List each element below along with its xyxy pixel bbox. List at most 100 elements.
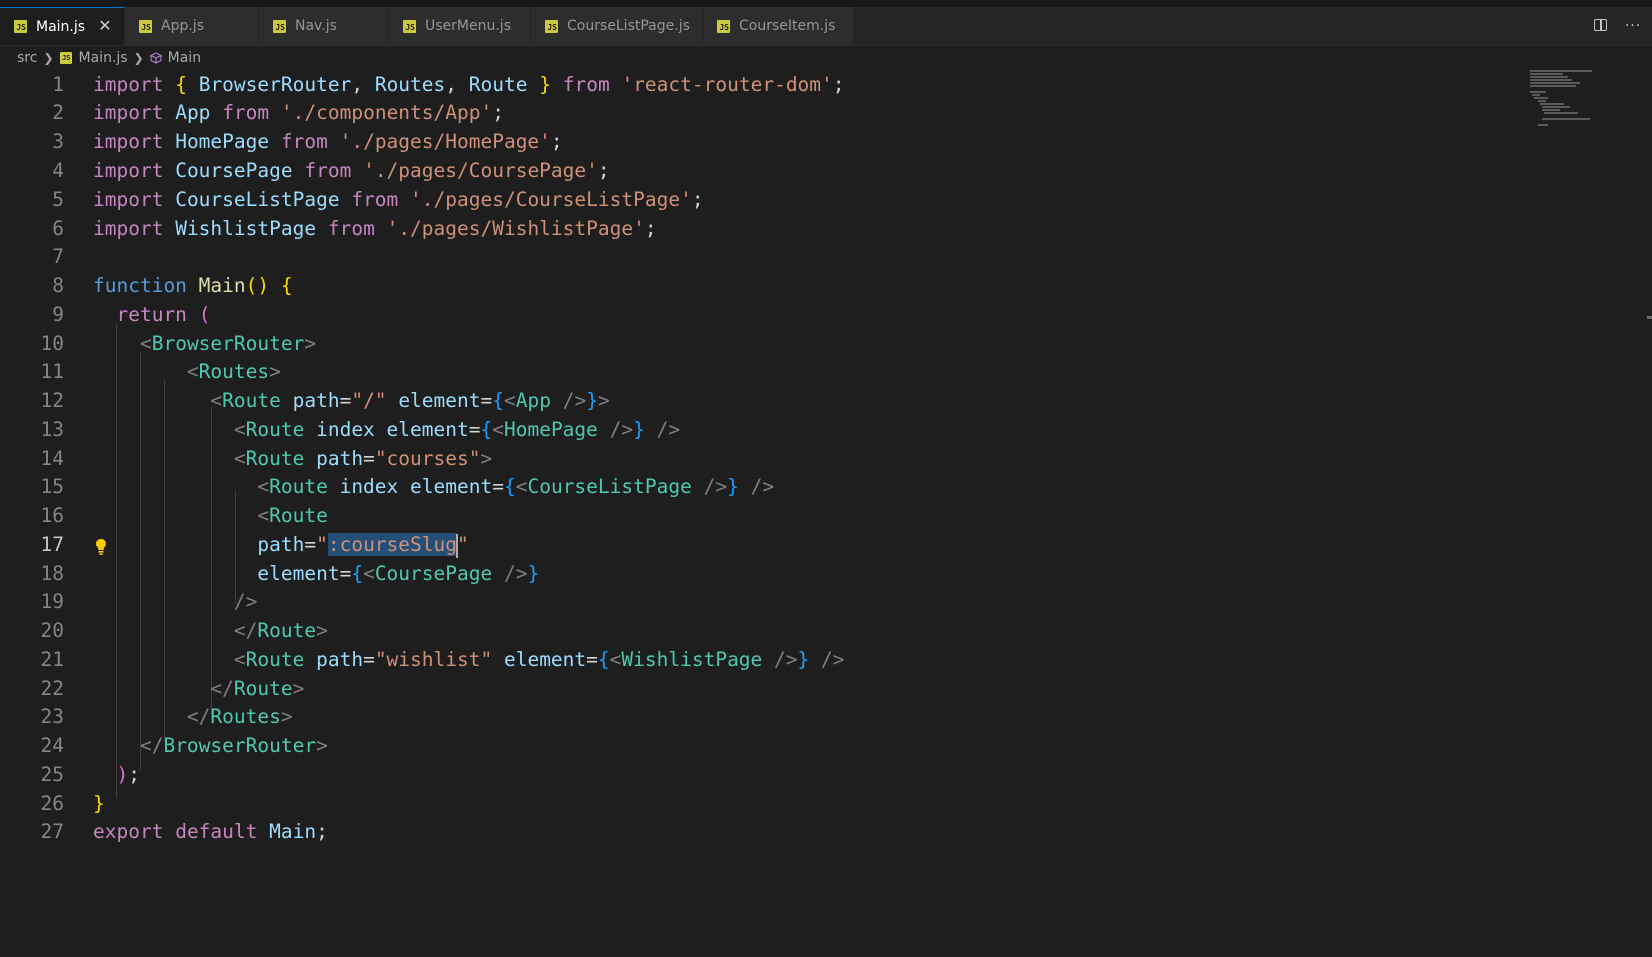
code-text: <Route path="courses"> — [233, 447, 493, 470]
code-line-current: 17 path=":courseSlug" — [0, 530, 1500, 559]
code-text: <BrowserRouter> — [139, 332, 317, 355]
line-number: 7 — [52, 245, 64, 268]
code-text: path=":courseSlug" — [257, 533, 469, 558]
code-line: 27 export default Main; — [0, 817, 1500, 846]
code-text: ); — [116, 763, 140, 786]
minimap-line — [1530, 82, 1580, 84]
tab-nav-js[interactable]: JS Nav.js — [259, 7, 389, 45]
code-line: 3 import HomePage from './pages/HomePage'… — [0, 127, 1500, 156]
code-text: <Route index element={<CourseListPage />… — [257, 475, 775, 498]
tab-label: Nav.js — [295, 18, 337, 34]
tab-label: UserMenu.js — [425, 18, 511, 34]
code-text: <Route index element={<HomePage />} /> — [233, 418, 681, 441]
line-number: 10 — [40, 332, 64, 355]
tab-courselistpage-js[interactable]: JS CourseListPage.js — [531, 7, 703, 45]
line-number: 25 — [40, 763, 64, 786]
code-line: 12 <Route path="/" element={<App />}> — [0, 386, 1500, 415]
minimap-line — [1542, 118, 1590, 120]
title-strip — [0, 0, 1652, 7]
scrollbar-marker[interactable] — [1647, 316, 1652, 319]
tab-app-js[interactable]: JS App.js — [125, 7, 259, 45]
minimap[interactable] — [1530, 70, 1600, 130]
code-line: 26} — [0, 789, 1500, 818]
code-line: 11 <Routes> — [0, 357, 1500, 386]
code-line: 9 return ( — [0, 300, 1500, 329]
line-number: 14 — [40, 447, 64, 470]
code-line: 13 <Route index element={<HomePage />} /… — [0, 415, 1500, 444]
minimap-line — [1530, 79, 1572, 81]
tab-label: Main.js — [36, 18, 86, 35]
split-editor-icon[interactable] — [1588, 13, 1614, 39]
breadcrumb: src ❯ JS Main.js ❯ Main — [0, 46, 1652, 70]
code-text: </Routes> — [186, 705, 293, 728]
more-actions-icon[interactable]: ··· — [1620, 13, 1646, 39]
javascript-file-icon: JS — [59, 52, 72, 64]
line-number: 3 — [52, 130, 64, 153]
tab-main-js[interactable]: JS Main.js ✕ — [0, 7, 125, 45]
code-text: } — [93, 792, 105, 815]
code-line: 20 </Route> — [0, 616, 1500, 645]
line-number: 20 — [40, 619, 64, 642]
line-number: 9 — [52, 303, 64, 326]
line-number: 5 — [52, 188, 64, 211]
tab-label: CourseItem.js — [739, 18, 836, 34]
close-icon[interactable]: ✕ — [96, 17, 114, 35]
symbol-method-icon — [150, 52, 162, 64]
javascript-file-icon: JS — [403, 19, 416, 33]
code-text: import CourseListPage from './pages/Cour… — [93, 188, 704, 211]
code-line: 18 element={<CoursePage />} — [0, 559, 1500, 588]
code-line: 16 <Route — [0, 501, 1500, 530]
code-line: 10 <BrowserRouter> — [0, 329, 1500, 358]
code-line: 8 function Main() { — [0, 271, 1500, 300]
code-line: 2 import App from './components/App'; — [0, 98, 1500, 127]
minimap-line — [1544, 112, 1578, 114]
line-number: 1 — [52, 73, 64, 96]
javascript-file-icon: JS — [14, 20, 27, 33]
minimap-line — [1530, 76, 1568, 78]
code-text: import WishlistPage from './pages/Wishli… — [93, 217, 657, 240]
minimap-line — [1530, 73, 1563, 75]
line-number: 18 — [40, 562, 64, 585]
code-line: 15 <Route index element={<CourseListPage… — [0, 472, 1500, 501]
minimap-line — [1530, 70, 1592, 72]
minimap-line — [1540, 103, 1564, 105]
code-line: 4 import CoursePage from './pages/CourseP… — [0, 156, 1500, 185]
code-line: 5 import CourseListPage from './pages/Cou… — [0, 185, 1500, 214]
line-number: 27 — [40, 820, 64, 843]
breadcrumb-symbol[interactable]: Main — [168, 50, 201, 66]
tab-label: App.js — [161, 18, 204, 34]
breadcrumb-file[interactable]: Main.js — [79, 50, 128, 66]
tab-usermenu-js[interactable]: JS UserMenu.js — [389, 7, 531, 45]
line-number: 24 — [40, 734, 64, 757]
code-text: <Route path="wishlist" element={<Wishlis… — [233, 648, 845, 671]
minimap-line — [1538, 100, 1546, 102]
tab-bar: JS Main.js ✕ JS App.js JS Nav.js JS User… — [0, 7, 1652, 46]
minimap-line — [1538, 124, 1548, 126]
javascript-file-icon: JS — [139, 19, 152, 33]
line-number: 12 — [40, 389, 64, 412]
tab-courseitem-js[interactable]: JS CourseItem.js — [703, 7, 854, 45]
line-number: 4 — [52, 159, 64, 182]
code-line: 14 <Route path="courses"> — [0, 444, 1500, 473]
line-number: 11 — [40, 360, 64, 383]
editor-actions: ··· — [1588, 7, 1652, 45]
code-text: </Route> — [210, 677, 305, 700]
minimap-line — [1542, 106, 1570, 108]
line-number: 15 — [40, 475, 64, 498]
line-number: 19 — [40, 590, 64, 613]
code-line: 22 </Route> — [0, 674, 1500, 703]
breadcrumb-folder[interactable]: src — [17, 50, 37, 66]
line-number: 22 — [40, 677, 64, 700]
code-editor[interactable]: 1 import { BrowserRouter, Routes, Route }… — [0, 70, 1652, 957]
javascript-file-icon: JS — [545, 19, 558, 33]
code-line: 21 <Route path="wishlist" element={<Wish… — [0, 645, 1500, 674]
minimap-line — [1532, 94, 1540, 96]
line-number: 13 — [40, 418, 64, 441]
code-text: <Route path="/" element={<App />}> — [210, 389, 610, 412]
line-number: 21 — [40, 648, 64, 671]
chevron-right-icon: ❯ — [133, 51, 144, 65]
lightbulb-icon[interactable] — [95, 538, 107, 556]
line-number: 8 — [52, 274, 64, 297]
line-number: 16 — [40, 504, 64, 527]
code-text: </BrowserRouter> — [139, 734, 328, 757]
